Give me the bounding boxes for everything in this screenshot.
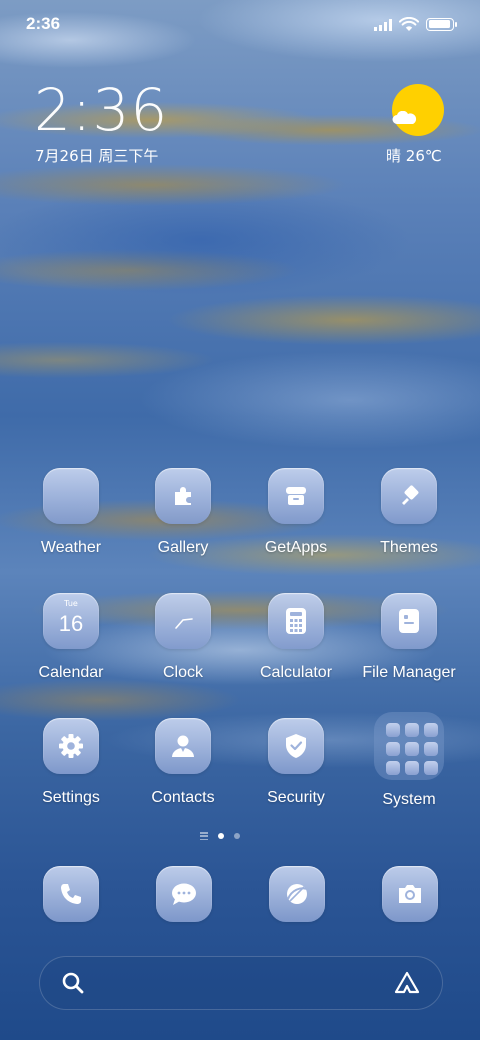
status-time: 2:36 — [26, 14, 61, 33]
camera-icon — [382, 866, 438, 922]
app-contacts[interactable]: Contacts — [127, 718, 239, 818]
app-file-manager[interactable]: File Manager — [353, 593, 465, 693]
mini-app-icon — [405, 761, 419, 775]
app-label: GetApps — [264, 539, 328, 556]
app-folder-system[interactable]: System — [353, 712, 465, 818]
app-label: Gallery — [157, 539, 209, 556]
app-calendar[interactable]: Tue 16 Calendar — [15, 593, 127, 693]
brush-icon — [381, 468, 437, 524]
wifi-icon — [399, 16, 419, 31]
search-icon[interactable] — [60, 970, 86, 996]
mini-app-icon — [424, 742, 438, 756]
assistant-icon[interactable] — [392, 970, 422, 996]
app-getapps[interactable]: GetApps — [240, 468, 352, 568]
contact-icon — [155, 718, 211, 774]
file-manager-icon — [381, 593, 437, 649]
clock-icon — [155, 593, 211, 649]
page-dot — [234, 833, 240, 839]
app-clock[interactable]: Clock — [127, 593, 239, 693]
weather-temperature: 26℃ — [405, 147, 442, 165]
battery-icon — [426, 17, 457, 31]
status-icons — [374, 16, 457, 32]
calculator-icon — [268, 593, 324, 649]
mini-app-icon — [424, 761, 438, 775]
app-gallery[interactable]: Gallery — [127, 468, 239, 568]
app-label: Security — [267, 789, 325, 806]
phone-icon — [43, 866, 99, 922]
app-label: Calculator — [259, 664, 333, 681]
messages-icon — [156, 866, 212, 922]
dock-phone[interactable] — [43, 866, 99, 922]
app-calculator[interactable]: Calculator — [240, 593, 352, 693]
mini-app-icon — [386, 723, 400, 737]
gear-icon — [43, 718, 99, 774]
calendar-day: Tue — [64, 599, 78, 608]
app-label: Calendar — [38, 664, 104, 681]
app-weather[interactable]: Weather — [15, 468, 127, 568]
app-security[interactable]: Security — [240, 718, 352, 818]
app-label: Weather — [40, 539, 102, 556]
dock-camera[interactable] — [382, 866, 438, 922]
search-bar[interactable] — [39, 956, 443, 1010]
calendar-icon: Tue 16 — [43, 593, 99, 649]
page-indicator[interactable] — [200, 829, 248, 843]
status-bar: 2:36 — [0, 0, 480, 52]
app-label: Contacts — [151, 789, 215, 806]
signal-icon — [374, 18, 392, 31]
shield-check-icon — [268, 718, 324, 774]
browser-icon — [269, 866, 325, 922]
dock-browser[interactable] — [269, 866, 325, 922]
mini-app-icon — [405, 723, 419, 737]
folder-icon — [374, 712, 444, 780]
clock-widget-time[interactable]: 2:36 — [34, 78, 168, 142]
weather-info[interactable]: 晴 26℃ — [386, 145, 442, 166]
mini-app-icon — [405, 742, 419, 756]
store-icon — [268, 468, 324, 524]
app-label: Settings — [42, 789, 100, 806]
app-label: Clock — [162, 664, 203, 681]
mini-app-icon — [386, 742, 400, 756]
app-themes[interactable]: Themes — [353, 468, 465, 568]
app-drawer-indicator — [200, 832, 208, 840]
cloud-icon — [392, 111, 417, 124]
page-dot-active — [218, 833, 224, 839]
calendar-date: 16 — [58, 611, 84, 636]
app-label: Themes — [380, 539, 438, 556]
app-label: System — [382, 791, 436, 808]
weather-condition: 晴 — [386, 147, 402, 165]
app-settings[interactable]: Settings — [15, 718, 127, 818]
app-label: File Manager — [362, 664, 456, 681]
mini-app-icon — [424, 723, 438, 737]
dock-messages[interactable] — [156, 866, 212, 922]
mini-app-icon — [386, 761, 400, 775]
sunny-icon[interactable] — [392, 84, 444, 136]
clock-widget-date[interactable]: 7月26日 周三下午 — [35, 145, 158, 166]
gallery-puzzle-icon — [155, 468, 211, 524]
weather-icon — [43, 468, 99, 524]
